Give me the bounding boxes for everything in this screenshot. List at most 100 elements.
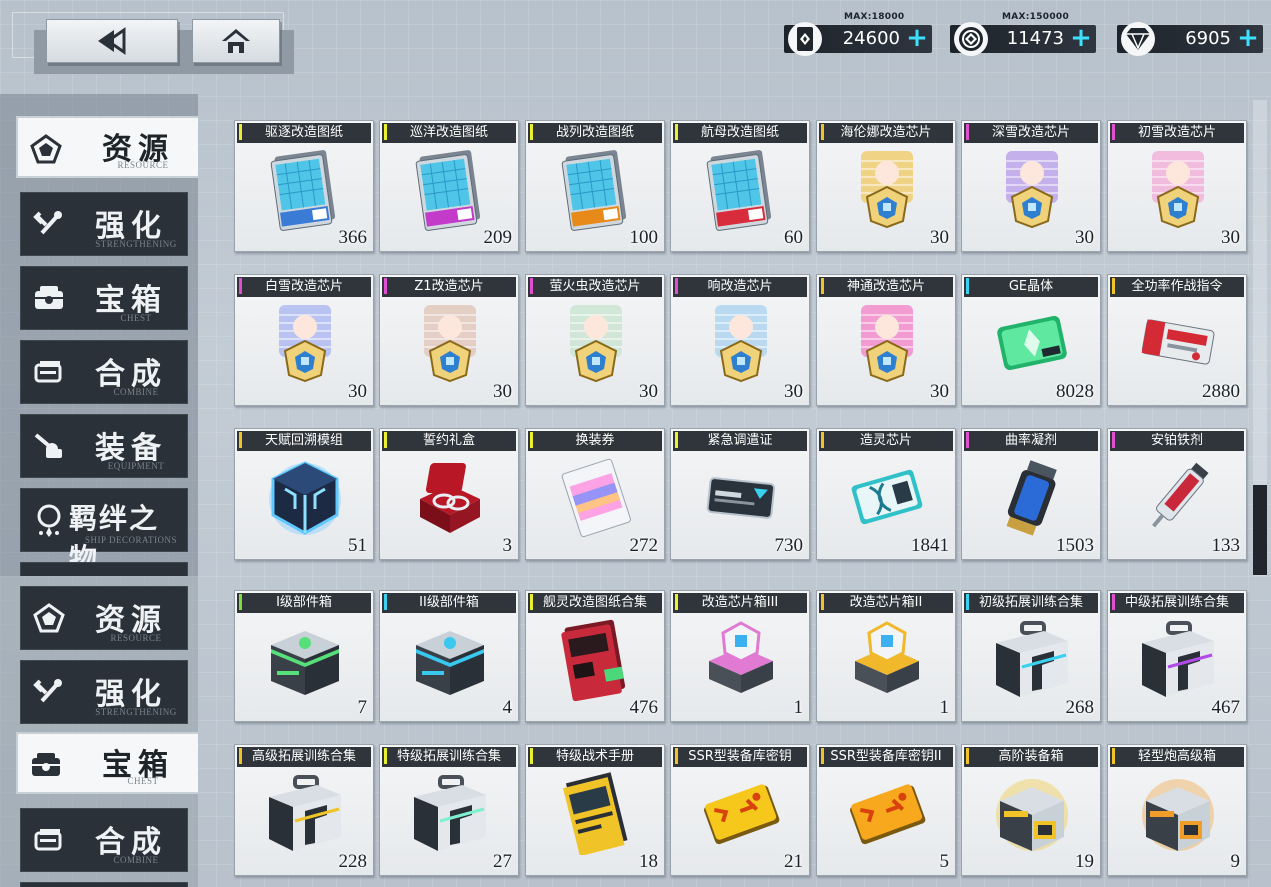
item-card[interactable]: 造灵芯片 1841: [816, 428, 956, 560]
item-card[interactable]: 特级战术手册 18: [525, 744, 665, 876]
sidebar-item-combine[interactable]: 合成 COMBINE: [20, 808, 188, 872]
item-name: SSR型装备库密钥II: [819, 747, 953, 767]
item-count: 30: [784, 381, 803, 402]
item-card[interactable]: 改造芯片箱II 1: [816, 590, 956, 722]
item-name: 全功率作战指令: [1110, 277, 1244, 297]
blueprint-folder-icon: [556, 617, 636, 702]
scrollbar[interactable]: [1253, 100, 1267, 576]
item-card[interactable]: SSR型装备库密钥 21: [670, 744, 810, 876]
rarity-marker: [966, 278, 969, 294]
item-card[interactable]: 高级拓展训练合集 228: [234, 744, 374, 876]
sidebar-item-sublabel: EQUIPMENT: [107, 461, 165, 471]
item-count: 60: [784, 227, 803, 248]
item-card[interactable]: 海伦娜改造芯片 30: [816, 120, 956, 252]
item-card[interactable]: 安铂铁剂 133: [1107, 428, 1247, 560]
item-name: 萤火虫改造芯片: [528, 277, 662, 297]
home-button[interactable]: [192, 19, 280, 63]
blueprint-icon: [701, 147, 781, 231]
item-count: 1: [793, 697, 804, 718]
item-count: 18: [639, 851, 658, 872]
item-name: 造灵芯片: [819, 431, 953, 451]
rarity-marker: [821, 748, 824, 764]
back-button[interactable]: [46, 19, 178, 63]
character-chip-icon: [265, 301, 345, 383]
item-card[interactable]: 改造芯片箱III 1: [670, 590, 810, 722]
vault-key-icon: [701, 771, 781, 851]
item-name: 改造芯片箱III: [673, 593, 807, 613]
item-name: GE晶体: [964, 277, 1098, 297]
item-card[interactable]: 天赋回溯模组 51: [234, 428, 374, 560]
sidebar-item-strengthening[interactable]: 强化 STRENGTHENING: [20, 660, 188, 724]
item-card[interactable]: 誓约礼盒 3: [379, 428, 519, 560]
item-card[interactable]: 响改造芯片 30: [670, 274, 810, 406]
parts-box-icon: [410, 617, 490, 697]
sidebar-item-resource[interactable]: 资源 RESOURCE: [16, 116, 198, 178]
item-card[interactable]: 驱逐改造图纸 366: [234, 120, 374, 252]
item-card[interactable]: 舰灵改造图纸合集 476: [525, 590, 665, 722]
scrollbar-thumb[interactable]: [1253, 485, 1267, 575]
item-card[interactable]: 曲率凝剂 1503: [961, 428, 1101, 560]
item-card[interactable]: 中级拓展训练合集 467: [1107, 590, 1247, 722]
item-card[interactable]: II级部件箱 4: [379, 590, 519, 722]
item-card[interactable]: 轻型炮高级箱 9: [1107, 744, 1247, 876]
add-currency-button[interactable]: +: [906, 25, 928, 51]
rarity-marker: [675, 594, 678, 610]
equipment-crate-icon: [992, 771, 1072, 851]
sidebar-item-strengthening[interactable]: 强化 STRENGTHENING: [20, 192, 188, 256]
training-case-icon: [992, 617, 1072, 697]
sidebar-item-chest[interactable]: 宝箱 CHEST: [16, 732, 198, 794]
item-name: 白雪改造芯片: [237, 277, 371, 297]
currency-value: 11473: [1006, 28, 1064, 49]
sidebar-item-sublabel: COMBINE: [113, 387, 159, 397]
sidebar-item-ship-decorations[interactable]: 羁绊之物 SHIP DECORATIONS: [20, 488, 188, 575]
currency-max: MAX:150000: [1002, 12, 1070, 22]
training-case-icon: [1138, 617, 1218, 697]
rarity-marker: [384, 594, 387, 610]
item-card[interactable]: Z1改造芯片 30: [379, 274, 519, 406]
item-card[interactable]: 航母改造图纸 60: [670, 120, 810, 252]
sidebar-item-sublabel: COMBINE: [113, 855, 159, 865]
canister-icon: [992, 455, 1072, 536]
chest-icon: [26, 748, 66, 782]
sidebar-item-combine[interactable]: 合成 COMBINE: [20, 340, 188, 404]
item-card[interactable]: 紧急调遣证 730: [670, 428, 810, 560]
item-card[interactable]: 萤火虫改造芯片 30: [525, 274, 665, 406]
item-card[interactable]: 深雪改造芯片 30: [961, 120, 1101, 252]
item-card[interactable]: 特级拓展训练合集 27: [379, 744, 519, 876]
combine-icon: [29, 355, 69, 389]
item-count: 100: [629, 227, 659, 248]
item-card[interactable]: SSR型装备库密钥II 5: [816, 744, 956, 876]
item-card[interactable]: 初级拓展训练合集 268: [961, 590, 1101, 722]
rarity-marker: [530, 594, 533, 610]
item-card[interactable]: 神通改造芯片 30: [816, 274, 956, 406]
item-card[interactable]: 全功率作战指令 2880: [1107, 274, 1247, 406]
battle-order-icon: [1138, 301, 1218, 381]
item-card[interactable]: 巡洋改造图纸 209: [379, 120, 519, 252]
item-name: 紧急调遣证: [673, 431, 807, 451]
add-currency-button[interactable]: +: [1237, 25, 1259, 51]
item-card[interactable]: I级部件箱 7: [234, 590, 374, 722]
character-chip-icon: [847, 147, 927, 229]
rarity-marker: [384, 278, 387, 294]
sidebar-item-chest[interactable]: 宝箱 CHEST: [20, 266, 188, 330]
dispatch-card-icon: [701, 455, 781, 535]
item-card[interactable]: GE晶体 8028: [961, 274, 1101, 406]
sidebar-item-partial[interactable]: [20, 882, 188, 887]
item-name: 深雪改造芯片: [964, 123, 1098, 143]
add-currency-button[interactable]: +: [1070, 25, 1092, 51]
chest-icon: [29, 281, 69, 315]
sidebar-item-equipment[interactable]: 装备 EQUIPMENT: [20, 414, 188, 478]
item-name: 巡洋改造图纸: [382, 123, 516, 143]
item-count: 7: [357, 697, 368, 718]
sidebar-item-resource[interactable]: 资源 RESOURCE: [20, 586, 188, 650]
item-card[interactable]: 白雪改造芯片 30: [234, 274, 374, 406]
sidebar-item-partial[interactable]: [20, 562, 188, 576]
item-card[interactable]: 高阶装备箱 19: [961, 744, 1101, 876]
turret-icon: [29, 429, 69, 463]
rarity-marker: [239, 124, 242, 140]
sidebar-item-sublabel: SHIP DECORATIONS: [85, 535, 177, 545]
item-card[interactable]: 换装券 272: [525, 428, 665, 560]
item-count: 21: [784, 851, 803, 872]
item-card[interactable]: 初雪改造芯片 30: [1107, 120, 1247, 252]
item-card[interactable]: 战列改造图纸 100: [525, 120, 665, 252]
